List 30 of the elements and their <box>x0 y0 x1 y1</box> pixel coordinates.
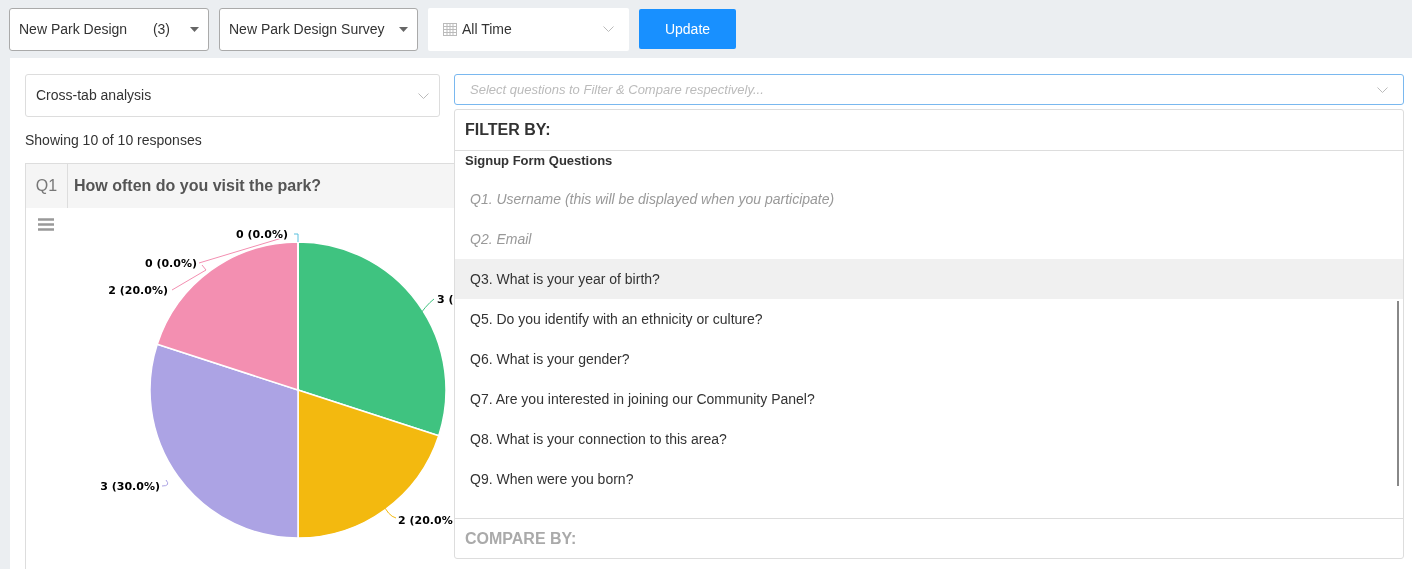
data-label: 2 (20.0% <box>398 514 453 527</box>
filter-heading: FILTER BY: <box>455 110 1403 151</box>
project-name: New Park Design <box>19 19 128 39</box>
calendar-icon <box>443 22 457 36</box>
compare-heading: COMPARE BY: <box>455 518 1403 558</box>
date-select[interactable]: All Time <box>428 7 629 51</box>
leader-line <box>161 479 169 487</box>
data-label: 0 (0.0%) <box>235 228 288 241</box>
chevron-icon <box>418 92 429 99</box>
question-number: Q1 <box>26 164 68 208</box>
data-label: 2 (20.0%) <box>108 284 168 297</box>
chevron-icon <box>1377 86 1388 93</box>
caret-icon <box>399 26 408 32</box>
question-option[interactable]: Q3. What is your year of birth? <box>455 259 1403 299</box>
scrollbar[interactable] <box>1397 301 1399 486</box>
caret-icon <box>190 26 199 32</box>
data-label: 0 (0.0%) <box>144 257 197 270</box>
group-heading: Signup Form Questions <box>464 152 614 171</box>
menu-icon[interactable] <box>38 218 54 231</box>
project-select[interactable]: New Park Design (3) <box>9 7 209 51</box>
chevron-icon <box>603 26 614 32</box>
analysis-select[interactable]: Cross-tab analysis <box>25 74 440 117</box>
leader-line <box>293 233 299 243</box>
response-count: Showing 10 of 10 responses <box>25 131 203 150</box>
data-label: 3 ( <box>437 293 454 306</box>
question-title: How often do you visit the park? <box>73 176 322 196</box>
survey-select[interactable]: New Park Design Survey <box>219 7 418 51</box>
data-label: 3 (30.0%) <box>100 480 160 493</box>
date-range: All Time <box>462 19 512 39</box>
project-count: (3) <box>152 19 170 39</box>
